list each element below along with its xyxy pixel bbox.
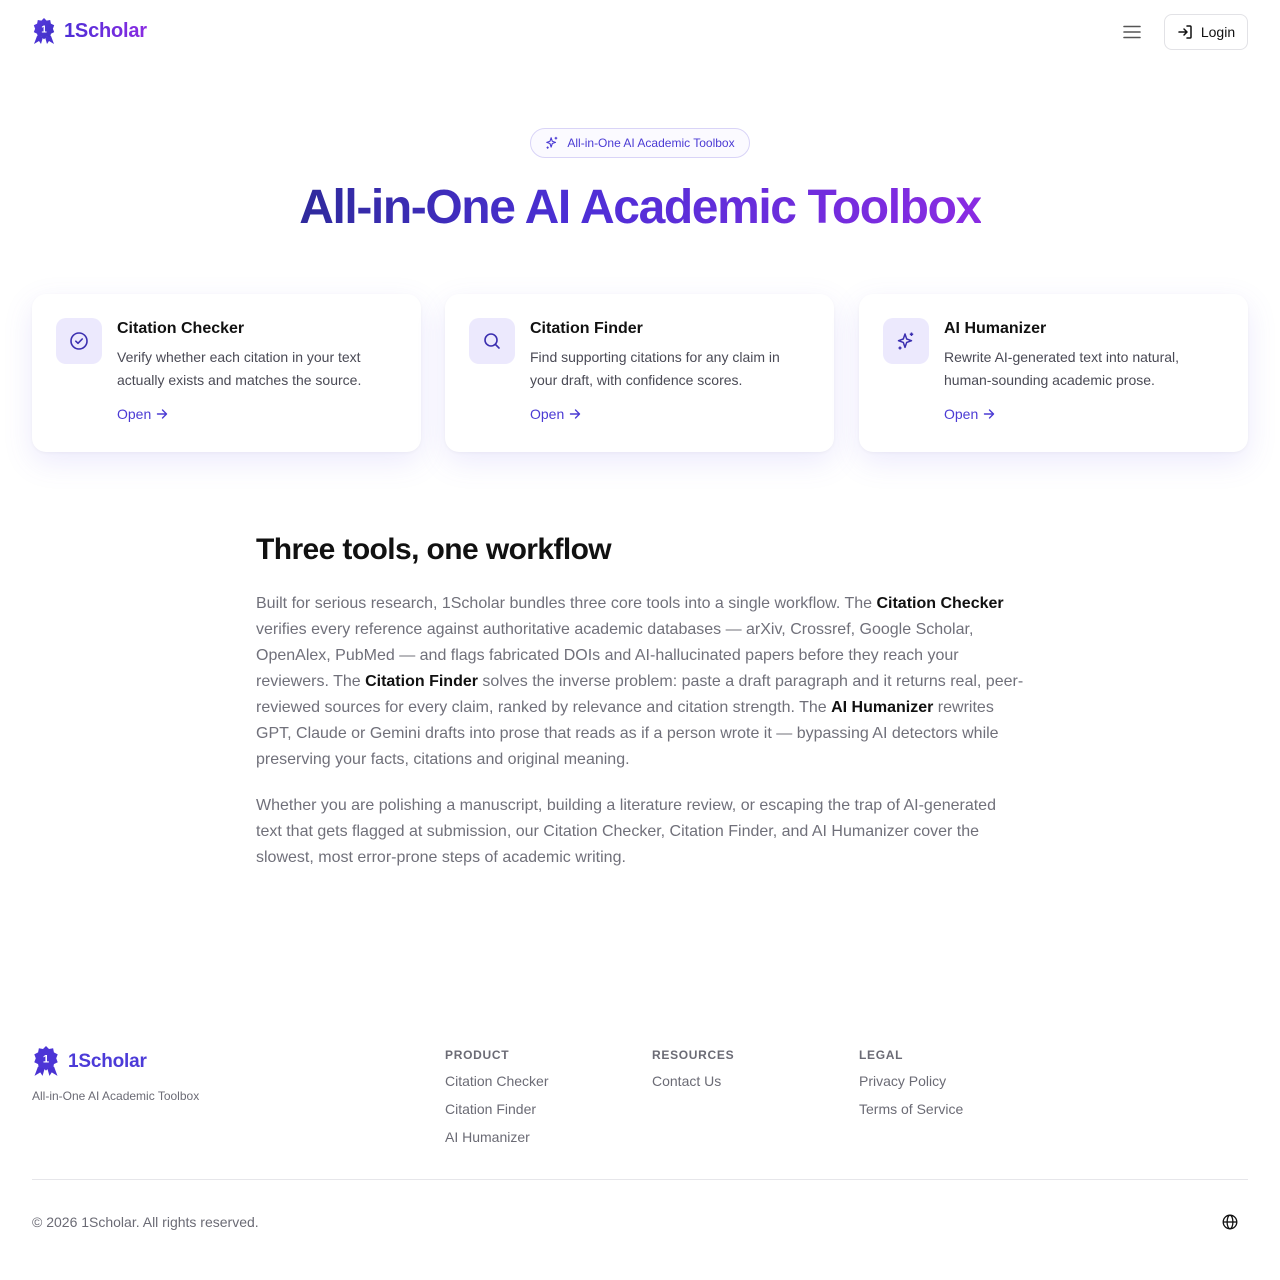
sparkles-icon	[897, 332, 914, 350]
card-open-label: Open	[530, 406, 565, 422]
footer-link-contact-us[interactable]: Contact Us	[652, 1072, 734, 1090]
logo-glyph: 1	[41, 24, 47, 35]
card-open-link[interactable]: Open	[530, 406, 581, 422]
footer-brand-link[interactable]: 1 1Scholar	[32, 1046, 147, 1077]
arrow-right-icon	[984, 409, 995, 419]
footer-column-legal: LEGAL Privacy Policy Terms of Service	[859, 1048, 963, 1128]
brand-name: 1Scholar	[64, 20, 147, 42]
card-description: Rewrite AI-generated text into natural, …	[944, 349, 1180, 388]
hero-pill-label: All-in-One AI Academic Toolbox	[567, 136, 735, 150]
login-button[interactable]: Login	[1164, 14, 1248, 50]
footer-link-privacy-policy[interactable]: Privacy Policy	[859, 1072, 963, 1090]
card-open-link[interactable]: Open	[944, 406, 995, 422]
site-header: 1 1Scholar Login	[0, 0, 1280, 64]
card-icon-wrap	[56, 318, 102, 364]
copyright-text: © 2026 1Scholar. All rights reserved.	[32, 1214, 259, 1230]
bold-term: Citation Checker	[876, 595, 1004, 612]
arrow-right-icon	[570, 409, 581, 419]
footer-column-heading: RESOURCES	[652, 1048, 735, 1062]
footer-column-heading: PRODUCT	[445, 1048, 510, 1062]
footer-column-heading: LEGAL	[859, 1048, 904, 1062]
card-open-label: Open	[944, 406, 979, 422]
bold-term: AI Humanizer	[831, 699, 934, 716]
globe-icon	[1222, 1214, 1238, 1230]
bold-term: Citation Finder	[365, 673, 478, 690]
card-open-label: Open	[117, 406, 152, 422]
hamburger-menu-icon	[1123, 25, 1141, 39]
card-open-link[interactable]: Open	[117, 406, 168, 422]
login-arrow-icon	[1178, 25, 1192, 39]
hero-title-text: All-in-One AI Academic Toolbox	[299, 181, 982, 234]
badge-logo-icon: 1	[33, 18, 55, 44]
badge-logo-icon: 1	[34, 1046, 58, 1076]
footer-column-product: PRODUCT Citation Checker Citation Finder…	[445, 1048, 549, 1156]
card-icon-wrap	[883, 318, 929, 364]
footer-link-terms-of-service[interactable]: Terms of Service	[859, 1100, 963, 1118]
card-title: Citation Finder	[530, 320, 643, 337]
footer-tagline: All-in-One AI Academic Toolbox	[32, 1089, 200, 1103]
footer-link-ai-humanizer[interactable]: AI Humanizer	[445, 1128, 549, 1146]
footer-divider	[32, 1179, 1248, 1180]
article-paragraph-2: Whether you are polishing a manuscript, …	[256, 797, 996, 866]
footer-column-resources: RESOURCES Contact Us	[652, 1048, 734, 1100]
card-description: Find supporting citations for any claim …	[530, 349, 780, 388]
arrow-right-icon	[157, 409, 168, 419]
card-citation-finder[interactable]: Citation Finder Find supporting citation…	[445, 294, 834, 452]
card-description: Verify whether each citation in your tex…	[117, 349, 362, 388]
hero-pill-badge: All-in-One AI Academic Toolbox	[530, 128, 750, 158]
section-title: Three tools, one workflow	[256, 533, 612, 566]
card-citation-checker[interactable]: Citation Checker Verify whether each cit…	[32, 294, 421, 452]
language-button[interactable]	[1218, 1210, 1242, 1234]
sparkles-icon	[546, 136, 558, 149]
footer-link-citation-checker[interactable]: Citation Checker	[445, 1072, 549, 1090]
hero-title: All-in-One AI Academic Toolbox	[0, 178, 1280, 238]
card-ai-humanizer[interactable]: AI Humanizer Rewrite AI-generated text i…	[859, 294, 1248, 452]
search-icon	[484, 333, 500, 349]
menu-button[interactable]	[1118, 18, 1146, 46]
footer-link-citation-finder[interactable]: Citation Finder	[445, 1100, 549, 1118]
card-title: Citation Checker	[117, 320, 245, 337]
paragraph-text: Built for serious research, 1Scholar bun…	[256, 595, 877, 612]
logo-glyph: 1	[43, 1053, 50, 1065]
article-paragraph-1: Built for serious research, 1Scholar bun…	[256, 591, 1026, 773]
footer-brand-name: 1Scholar	[68, 1050, 147, 1072]
card-icon-wrap	[469, 318, 515, 364]
brand-link[interactable]: 1 1Scholar	[32, 18, 147, 45]
login-label: Login	[1200, 24, 1236, 40]
check-circle-icon	[70, 332, 88, 350]
card-title: AI Humanizer	[944, 320, 1047, 337]
